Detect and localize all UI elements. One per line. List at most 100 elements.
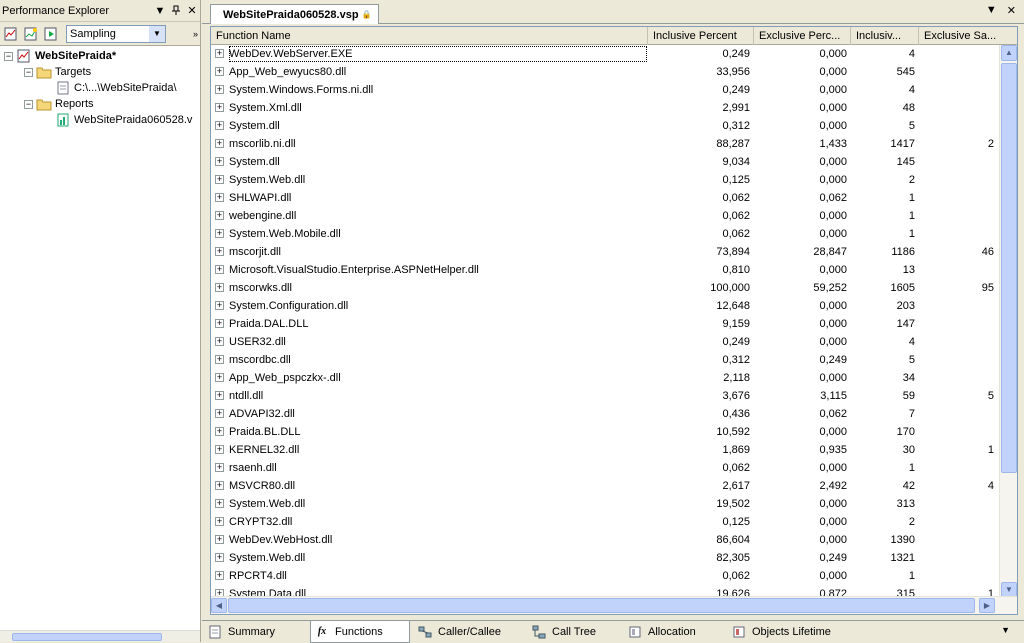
expand-icon[interactable]: +: [215, 481, 224, 490]
expand-icon[interactable]: +: [215, 157, 224, 166]
scroll-left-icon[interactable]: ◀: [211, 598, 227, 613]
close-icon[interactable]: ✕: [1007, 4, 1016, 17]
table-row[interactable]: + mscorlib.ni.dll 88,287 1,433 1417 2: [211, 135, 998, 153]
tree-node-project[interactable]: − WebSitePraida*: [0, 48, 200, 64]
table-row[interactable]: + USER32.dll 0,249 0,000 4: [211, 333, 998, 351]
collapse-icon[interactable]: −: [24, 99, 33, 109]
expand-icon[interactable]: +: [215, 85, 224, 94]
tree-node-targets[interactable]: − Targets: [0, 64, 200, 80]
grid-vertical-scrollbar[interactable]: ▲ ▼: [999, 45, 1017, 598]
scrollbar-thumb[interactable]: [228, 598, 975, 613]
expand-icon[interactable]: +: [215, 571, 224, 580]
collapse-icon[interactable]: −: [4, 51, 13, 61]
table-row[interactable]: + System.dll 9,034 0,000 145: [211, 153, 998, 171]
explorer-horizontal-scrollbar[interactable]: [0, 630, 200, 642]
table-row[interactable]: + System.dll 0,312 0,000 5: [211, 117, 998, 135]
grid-horizontal-scrollbar[interactable]: ◀ ▶: [211, 596, 1017, 614]
expand-icon[interactable]: +: [215, 373, 224, 382]
expand-icon[interactable]: +: [215, 517, 224, 526]
table-row[interactable]: + System.Configuration.dll 12,648 0,000 203: [211, 297, 998, 315]
table-row[interactable]: + System.Web.dll 82,305 0,249 1321: [211, 549, 998, 567]
expand-icon[interactable]: +: [215, 193, 224, 202]
expand-icon[interactable]: +: [215, 463, 224, 472]
table-row[interactable]: + WebDev.WebHost.dll 86,604 0,000 1390: [211, 531, 998, 549]
tab-caller-callee[interactable]: Caller/Callee: [414, 621, 522, 643]
table-row[interactable]: + MSVCR80.dll 2,617 2,492 42 4: [211, 477, 998, 495]
expand-icon[interactable]: +: [215, 67, 224, 76]
expand-icon[interactable]: +: [215, 535, 224, 544]
table-row[interactable]: + WebDev.WebServer.EXE 0,249 0,000 4: [211, 45, 998, 63]
table-row[interactable]: + KERNEL32.dll 1,869 0,935 30 1: [211, 441, 998, 459]
table-row[interactable]: + App_Web_ewyucs80.dll 33,956 0,000 545: [211, 63, 998, 81]
new-performance-session-icon[interactable]: [22, 25, 40, 43]
expand-icon[interactable]: +: [215, 301, 224, 310]
expand-icon[interactable]: +: [215, 409, 224, 418]
scrollbar-thumb[interactable]: [1001, 63, 1017, 473]
table-row[interactable]: + CRYPT32.dll 0,125 0,000 2: [211, 513, 998, 531]
table-row[interactable]: + Praida.BL.DLL 10,592 0,000 170: [211, 423, 998, 441]
expand-icon[interactable]: +: [215, 355, 224, 364]
table-row[interactable]: + SHLWAPI.dll 0,062 0,062 1: [211, 189, 998, 207]
expand-icon[interactable]: +: [215, 229, 224, 238]
table-row[interactable]: + mscorjit.dll 73,894 28,847 1186 46: [211, 243, 998, 261]
scroll-right-icon[interactable]: ▶: [979, 598, 995, 613]
close-icon[interactable]: ✕: [184, 3, 200, 19]
expand-icon[interactable]: +: [215, 121, 224, 130]
tab-functions[interactable]: fx Functions: [310, 621, 410, 643]
tree-node-target-item[interactable]: C:\...\WebSitePraida\: [0, 80, 200, 96]
table-row[interactable]: + Praida.DAL.DLL 9,159 0,000 147: [211, 315, 998, 333]
tab-allocation[interactable]: Allocation: [624, 621, 724, 643]
launch-wizard-icon[interactable]: [2, 25, 20, 43]
expand-icon[interactable]: +: [215, 265, 224, 274]
expand-icon[interactable]: +: [215, 175, 224, 184]
dropdown-arrow-icon[interactable]: ▼: [986, 4, 997, 17]
expand-icon[interactable]: +: [215, 445, 224, 454]
tab-call-tree[interactable]: Call Tree: [528, 621, 620, 643]
table-row[interactable]: + mscorwks.dll 100,000 59,252 1605 95: [211, 279, 998, 297]
expand-icon[interactable]: +: [215, 499, 224, 508]
table-row[interactable]: + webengine.dll 0,062 0,000 1: [211, 207, 998, 225]
expand-icon[interactable]: +: [215, 103, 224, 112]
table-row[interactable]: + System.Web.dll 0,125 0,000 2: [211, 171, 998, 189]
expand-icon[interactable]: +: [215, 427, 224, 436]
collapse-icon[interactable]: −: [24, 67, 33, 77]
expand-icon[interactable]: +: [215, 553, 224, 562]
table-row[interactable]: + System.Web.dll 19,502 0,000 313: [211, 495, 998, 513]
toolbar-overflow-icon[interactable]: »: [193, 29, 198, 39]
table-row[interactable]: + System.Xml.dll 2,991 0,000 48: [211, 99, 998, 117]
tab-objects-lifetime[interactable]: Objects Lifetime: [728, 621, 848, 643]
dropdown-arrow-icon[interactable]: ▼: [152, 3, 168, 19]
column-header-function-name[interactable]: Function Name: [211, 27, 648, 45]
tab-overflow-icon[interactable]: ▼: [1001, 625, 1010, 635]
scroll-up-icon[interactable]: ▲: [1001, 45, 1017, 61]
table-row[interactable]: + System.Windows.Forms.ni.dll 0,249 0,000 4: [211, 81, 998, 99]
document-tab[interactable]: WebSitePraida060528.vsp 🔒: [210, 4, 379, 24]
scrollbar-thumb[interactable]: [12, 633, 162, 641]
expand-icon[interactable]: +: [215, 49, 224, 58]
tree-node-reports[interactable]: − Reports: [0, 96, 200, 112]
table-row[interactable]: + rsaenh.dll 0,062 0,000 1: [211, 459, 998, 477]
tab-summary[interactable]: Summary: [204, 621, 306, 643]
pin-icon[interactable]: [168, 3, 184, 19]
table-row[interactable]: + RPCRT4.dll 0,062 0,000 1: [211, 567, 998, 585]
launch-profiling-icon[interactable]: [42, 25, 60, 43]
expand-icon[interactable]: +: [215, 319, 224, 328]
column-header-exclusive-samples[interactable]: Exclusive Sa...: [919, 27, 1017, 45]
expand-icon[interactable]: +: [215, 283, 224, 292]
column-header-inclusive-percent[interactable]: Inclusive Percent: [648, 27, 754, 45]
expand-icon[interactable]: +: [215, 139, 224, 148]
column-header-exclusive-percent[interactable]: Exclusive Perc...: [754, 27, 851, 45]
table-row[interactable]: + ntdll.dll 3,676 3,115 59 5: [211, 387, 998, 405]
tree-node-report-item[interactable]: WebSitePraida060528.v: [0, 112, 200, 128]
profiling-method-select[interactable]: Sampling ▼: [66, 24, 166, 43]
expand-icon[interactable]: +: [215, 337, 224, 346]
column-header-inclusive-samples[interactable]: Inclusiv...: [851, 27, 919, 45]
table-row[interactable]: + Microsoft.VisualStudio.Enterprise.ASPNe…: [211, 261, 998, 279]
expand-icon[interactable]: +: [215, 247, 224, 256]
table-row[interactable]: + App_Web_pspczkx-.dll 2,118 0,000 34: [211, 369, 998, 387]
table-row[interactable]: + mscordbc.dll 0,312 0,249 5: [211, 351, 998, 369]
table-row[interactable]: + ADVAPI32.dll 0,436 0,062 7: [211, 405, 998, 423]
expand-icon[interactable]: +: [215, 391, 224, 400]
expand-icon[interactable]: +: [215, 211, 224, 220]
table-row[interactable]: + System.Web.Mobile.dll 0,062 0,000 1: [211, 225, 998, 243]
